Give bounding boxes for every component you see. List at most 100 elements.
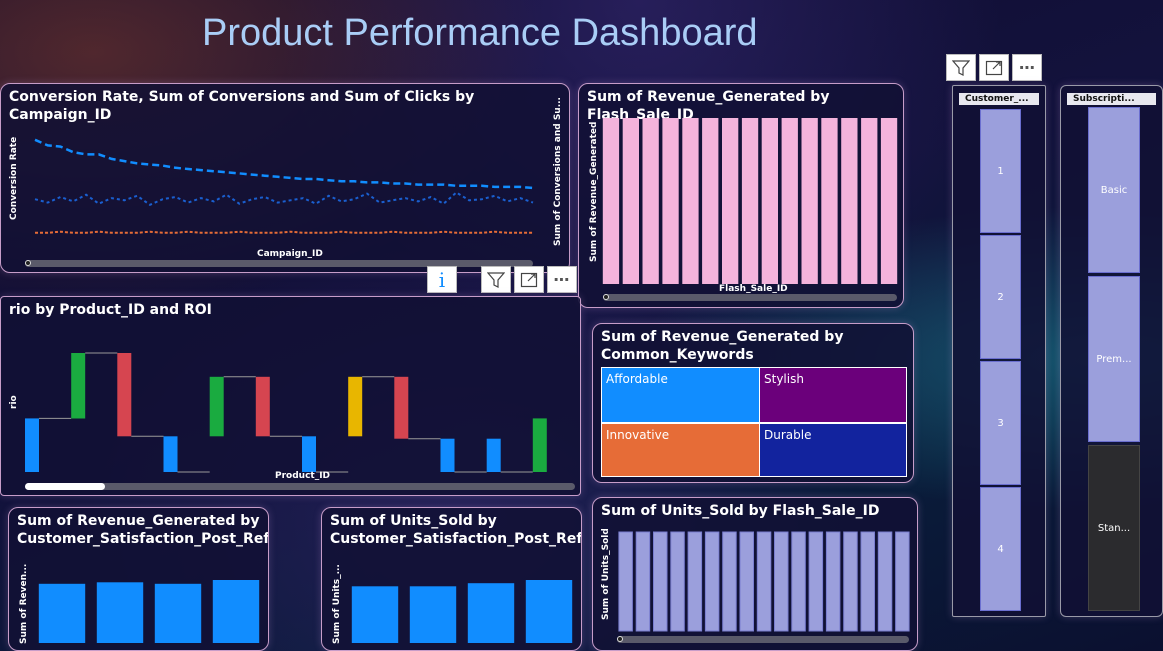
- filter-icon[interactable]: [481, 266, 511, 293]
- conversion-xlabel: Campaign_ID: [257, 249, 323, 259]
- conversion-scroll-handle[interactable]: [25, 260, 31, 266]
- ratio-xlabel: Product_ID: [275, 471, 331, 481]
- flash-revenue-bar-13: [841, 118, 858, 284]
- ratio-waterfall-bar-2: [71, 353, 86, 419]
- flash-revenue-bar-2: [622, 118, 639, 284]
- ratio-waterfall-bar-8: [348, 376, 363, 437]
- customer-slicer-item-2[interactable]: 2: [980, 235, 1021, 359]
- focus-mode-icon[interactable]: [514, 266, 544, 293]
- units-flash-bar-13: [825, 531, 841, 632]
- units-satisfaction-bars: [351, 580, 573, 643]
- units-satisfaction-card[interactable]: Sum of Units_Sold by Customer_Satisfacti…: [321, 507, 582, 651]
- customer-slicer-item-3[interactable]: 3: [980, 361, 1021, 485]
- units-flash-bar-14: [843, 531, 858, 632]
- units-flash-bar-2: [635, 531, 651, 632]
- units-flash-bar-1: [618, 531, 633, 632]
- conversion-series-line-1: [34, 138, 534, 190]
- flash-revenue-bar-12: [821, 118, 838, 284]
- customer-slicer-item-4[interactable]: 4: [980, 487, 1021, 611]
- subscription-slicer-header: Subscripti...: [1067, 93, 1156, 105]
- flash-revenue-bar-9: [761, 118, 778, 284]
- conversion-chart-card[interactable]: Conversion Rate, Sum of Conversions and …: [0, 83, 570, 273]
- units-flash-bar-15: [860, 531, 875, 632]
- flash-revenue-bar-5: [682, 118, 699, 284]
- conversion-line-chart: [34, 138, 534, 234]
- units-satisfaction-bar-3: [467, 583, 515, 643]
- units-flash-bar-12: [808, 531, 824, 632]
- treemap-cell-affordable[interactable]: Affordable: [601, 367, 760, 423]
- flash-revenue-bar-10: [781, 118, 798, 284]
- customer-slicer-header: Customer_...: [959, 93, 1039, 105]
- ratio-waterfall-bar-12: [532, 418, 547, 472]
- ratio-waterfall-bar-1: [25, 418, 39, 472]
- info-icon[interactable]: i: [427, 266, 457, 293]
- rev-satisfaction-bar-3: [154, 583, 202, 643]
- more-options-icon[interactable]: ⋯: [547, 266, 577, 293]
- units-flash-bar-11: [791, 531, 806, 632]
- subscription-slicer-item-basic[interactable]: Basic: [1088, 107, 1140, 273]
- units-satisfaction-bar-4: [525, 580, 573, 643]
- ratio-waterfall-bar-9: [394, 376, 409, 439]
- rev-satisfaction-bar-4: [212, 580, 260, 643]
- units-flash-bar-5: [687, 531, 703, 632]
- slicer-more-options-icon[interactable]: ⋯: [1012, 54, 1042, 81]
- ratio-waterfall-bar-6: [255, 376, 270, 437]
- flash-revenue-bar-4: [662, 118, 679, 284]
- slicer-filter-icon[interactable]: [946, 54, 976, 81]
- flash-revenue-scrollbar[interactable]: [603, 294, 897, 301]
- units-flash-bar-9: [756, 531, 772, 632]
- ratio-waterfall-bar-3: [117, 353, 132, 437]
- units-flash-bars: [618, 531, 910, 632]
- ratio-scrollbar[interactable]: [25, 483, 575, 490]
- conversion-series-line-3: [35, 230, 533, 234]
- ratio-waterfall-bar-11: [486, 438, 501, 472]
- rev-satisfaction-bar-1: [38, 583, 86, 643]
- page-title: Product Performance Dashboard: [202, 12, 758, 54]
- units-flash-scroll-handle[interactable]: [617, 636, 623, 642]
- units-flash-bar-16: [877, 531, 893, 632]
- flash-revenue-bar-6: [702, 118, 719, 284]
- slicer-toolbar: ⋯: [946, 54, 1042, 81]
- ratio-waterfall-bar-5: [209, 376, 224, 437]
- flash-revenue-card[interactable]: Sum of Revenue_Generated by Flash_Sale_I…: [578, 83, 904, 308]
- units-flash-card[interactable]: Sum of Units_Sold by Flash_Sale_ID Sum o…: [592, 497, 918, 651]
- units-flash-bar-6: [704, 531, 720, 632]
- flash-revenue-bar-8: [741, 118, 759, 284]
- units-flash-bar-7: [722, 531, 737, 632]
- customer-slicer[interactable]: Customer_... 1 2 3 4: [952, 85, 1046, 617]
- flash-revenue-bar-14: [861, 118, 878, 284]
- units-satisfaction-bar-2: [409, 586, 457, 643]
- subscription-slicer-tiles: Basic Prem... Stan...: [1088, 107, 1140, 612]
- flash-revenue-xlabel: Flash_Sale_ID: [719, 284, 788, 294]
- ratio-scroll-thumb[interactable]: [25, 483, 105, 490]
- ratio-waterfall-bar-7: [302, 436, 316, 472]
- customer-slicer-item-1[interactable]: 1: [980, 109, 1021, 233]
- treemap-cell-innovative[interactable]: Innovative: [601, 423, 760, 477]
- units-flash-bar-4: [670, 531, 685, 632]
- flash-revenue-bar-15: [880, 118, 898, 284]
- ratio-chart-card[interactable]: rio by Product_ID and ROI rio Product_ID: [0, 296, 581, 496]
- subscription-slicer-item-premium[interactable]: Prem...: [1088, 276, 1140, 442]
- rev-satisfaction-bar-2: [96, 582, 144, 643]
- customer-slicer-tiles: 1 2 3 4: [980, 109, 1021, 613]
- visual-header-toolbar: i ⋯: [427, 266, 577, 293]
- units-flash-scrollbar[interactable]: [617, 636, 909, 643]
- flash-revenue-bar-7: [722, 118, 739, 284]
- units-flash-bar-17: [895, 531, 910, 632]
- treemap-cell-stylish[interactable]: Stylish: [759, 367, 907, 423]
- units-satisfaction-bar-1: [351, 586, 399, 643]
- subscription-slicer[interactable]: Subscripti... Basic Prem... Stan...: [1060, 85, 1163, 617]
- rev-satisfaction-bars: [38, 580, 260, 643]
- conversion-series-line-2: [34, 191, 534, 206]
- units-flash-bar-8: [739, 531, 754, 632]
- slicer-focus-mode-icon[interactable]: [979, 54, 1009, 81]
- ratio-waterfall-bar-4: [163, 436, 178, 472]
- treemap-cell-durable[interactable]: Durable: [759, 423, 907, 477]
- keywords-treemap-title: Sum of Revenue_Generated by Common_Keywo…: [601, 329, 844, 363]
- keywords-treemap-card[interactable]: Sum of Revenue_Generated by Common_Keywo…: [592, 323, 914, 483]
- rev-satisfaction-card[interactable]: Sum of Revenue_Generated by Customer_Sat…: [8, 507, 269, 651]
- flash-revenue-bars: [602, 118, 898, 284]
- flash-revenue-scroll-handle[interactable]: [603, 294, 609, 300]
- subscription-slicer-item-standard[interactable]: Stan...: [1088, 445, 1140, 611]
